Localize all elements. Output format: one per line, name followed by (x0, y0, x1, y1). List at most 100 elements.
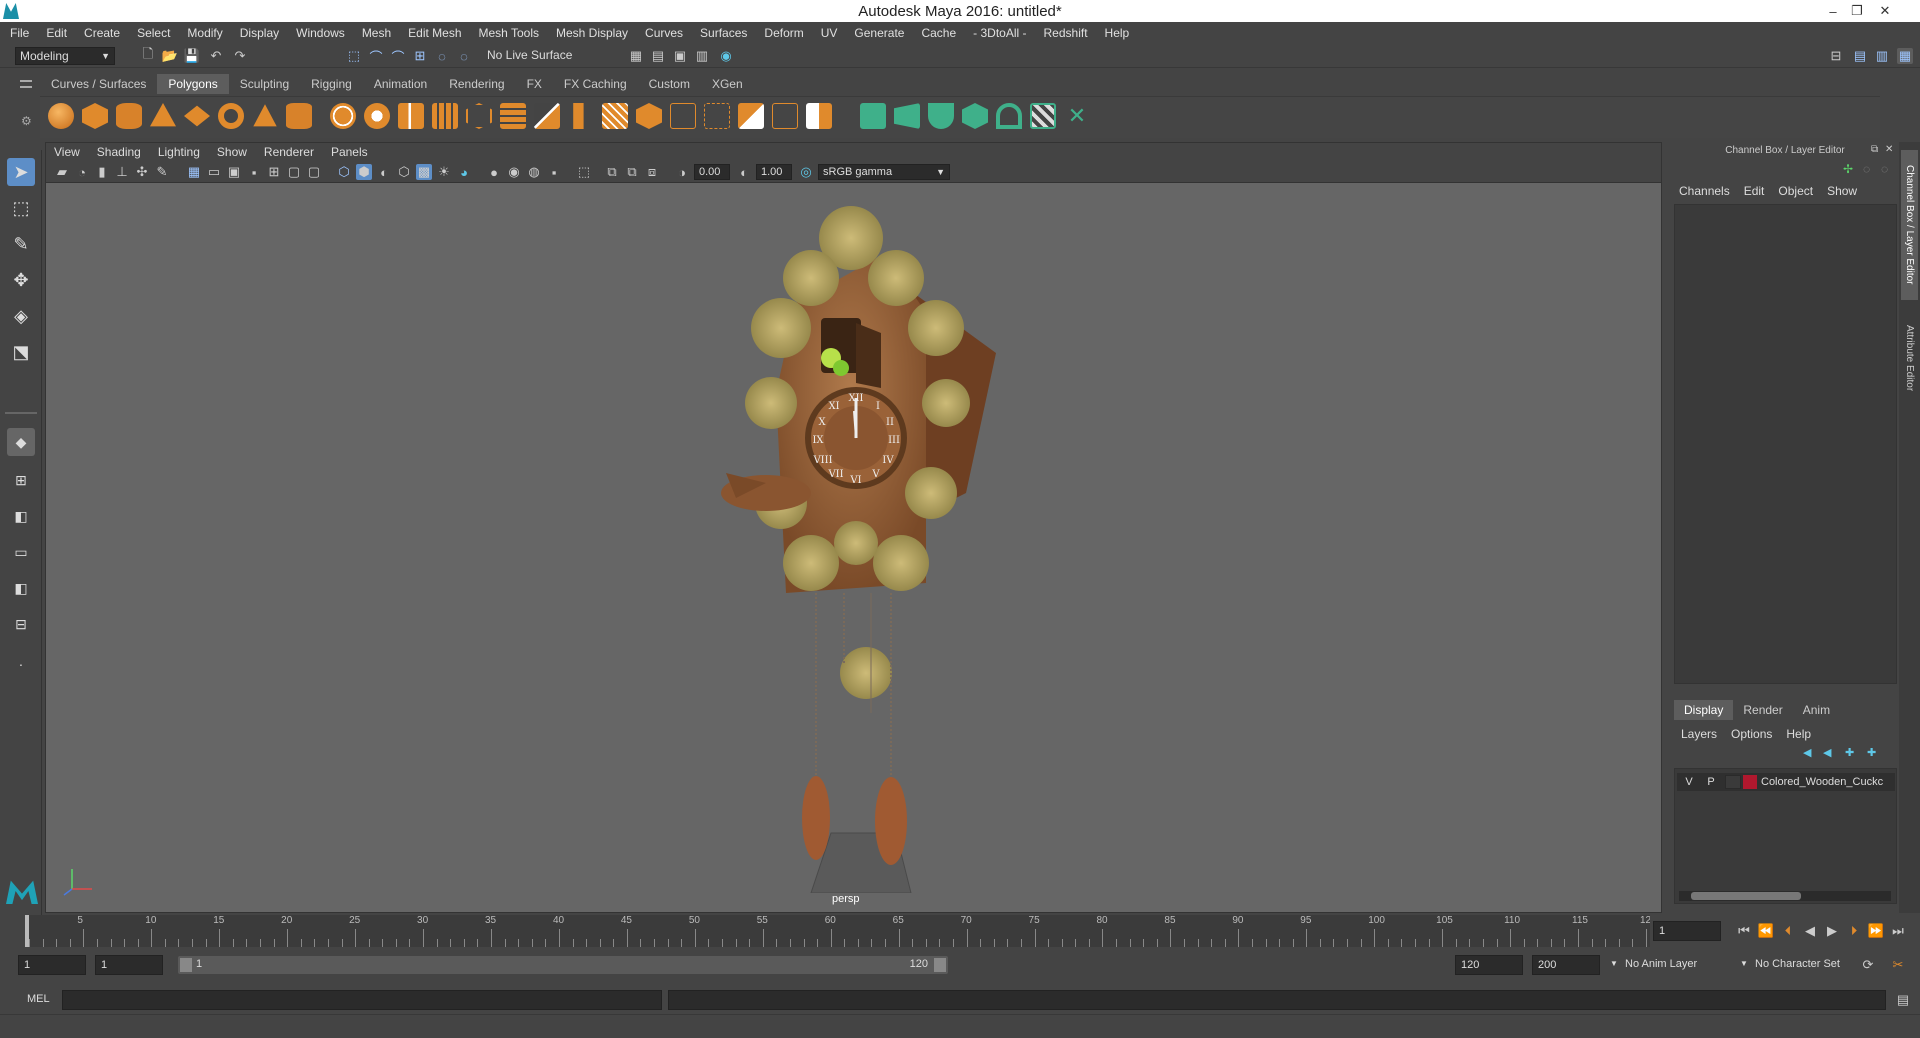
animation-end-field[interactable]: 200 (1532, 955, 1600, 975)
cb-menu-channels[interactable]: Channels (1679, 184, 1730, 198)
go-to-start-icon[interactable]: ⏮ (1736, 923, 1752, 939)
vp-menu-view[interactable]: View (54, 145, 80, 159)
layer-tab-render[interactable]: Render (1733, 700, 1792, 720)
bookmark-icon[interactable]: ▮ (94, 164, 110, 180)
isolate-select-icon[interactable]: ⬚ (576, 164, 592, 180)
save-scene-icon[interactable]: 💾 (184, 48, 200, 64)
layer-menu-layers[interactable]: Layers (1681, 727, 1717, 741)
move-layer-down-icon[interactable]: ◀ (1823, 746, 1831, 759)
gamma-field[interactable]: 1.00 (756, 164, 792, 180)
xray-components-icon[interactable]: ⧈ (644, 164, 660, 180)
ipr-render-icon[interactable]: ▣ (672, 48, 688, 64)
manipulator-icon[interactable]: ✢ (1843, 162, 1853, 176)
uv-auto-icon[interactable] (1030, 103, 1056, 129)
wireframe-icon[interactable]: ⬡ (336, 164, 352, 180)
xray-icon[interactable]: ⧉ (604, 164, 620, 180)
menu-deform[interactable]: Deform (764, 26, 803, 40)
snap-grid-icon[interactable]: ⊞ (412, 48, 428, 64)
menu-create[interactable]: Create (84, 26, 120, 40)
lasso-icon[interactable]: ⌒ (368, 48, 384, 65)
shelf-tab-sculpting[interactable]: Sculpting (228, 74, 301, 94)
multi-cut-icon[interactable] (534, 103, 560, 129)
render-view-icon[interactable]: ▦ (628, 48, 644, 64)
field-chart-icon[interactable]: ⊞ (266, 164, 282, 180)
append-polygon-icon[interactable] (602, 103, 628, 129)
hyper-icon[interactable]: ◌ (1881, 162, 1888, 176)
side-tab-attribute-editor[interactable]: Attribute Editor (1901, 308, 1918, 408)
select-tool-icon[interactable]: ➤ (7, 158, 35, 186)
safe-title-icon[interactable]: ▢ (306, 164, 322, 180)
redo-icon[interactable]: ↷ (232, 48, 248, 64)
close-icon[interactable]: ✕ (1874, 0, 1896, 22)
poly-cone-icon[interactable] (150, 103, 176, 127)
select-hierarchy-icon[interactable]: ⬚ (346, 48, 362, 64)
layer-menu-help[interactable]: Help (1786, 727, 1811, 741)
shelf-tab-rigging[interactable]: Rigging (300, 74, 363, 94)
menu-curves[interactable]: Curves (645, 26, 683, 40)
color-space-dropdown[interactable]: sRGB gamma ▼ (818, 164, 950, 180)
cb-menu-show[interactable]: Show (1827, 184, 1857, 198)
menu-select[interactable]: Select (137, 26, 170, 40)
mirror-icon[interactable] (894, 103, 920, 129)
shelf-menu-icon[interactable] (20, 80, 32, 88)
menu-display[interactable]: Display (240, 26, 279, 40)
motion-blur-icon[interactable]: ◉ (506, 164, 522, 180)
speed-icon[interactable]: ◌ (1863, 162, 1870, 176)
new-layer-selected-icon[interactable]: ✚ (1867, 746, 1876, 759)
uv-editor-icon[interactable] (928, 103, 954, 129)
fill-hole-icon[interactable] (636, 103, 662, 129)
uv-cylindrical-icon[interactable] (996, 103, 1022, 129)
film-gate-icon[interactable]: ▭ (206, 164, 222, 180)
scale-tool-icon[interactable]: ⬔ (7, 338, 35, 366)
menu-windows[interactable]: Windows (296, 26, 345, 40)
image-plane-icon[interactable]: ⊥ (114, 164, 130, 180)
channel-box-toggle-icon[interactable]: ▦ (1897, 48, 1913, 64)
target-weld-icon[interactable] (670, 103, 696, 129)
exposure-icon[interactable]: ◑ (674, 164, 690, 180)
cb-menu-edit[interactable]: Edit (1744, 184, 1765, 198)
poly-cube-icon[interactable] (82, 103, 108, 129)
quad-draw-icon[interactable] (772, 103, 798, 129)
separate-icon[interactable] (364, 103, 390, 129)
cb-menu-object[interactable]: Object (1778, 184, 1813, 198)
default-lighting-icon[interactable]: ◐ (376, 164, 392, 180)
menu-redshift[interactable]: Redshift (1044, 26, 1088, 40)
poly-plane-icon[interactable] (184, 105, 210, 127)
safe-action-icon[interactable]: ▢ (286, 164, 302, 180)
bevel-icon[interactable] (466, 103, 492, 129)
tool-settings-toggle-icon[interactable]: ▥ (1874, 48, 1890, 64)
menu-generate[interactable]: Generate (854, 26, 904, 40)
vp-menu-renderer[interactable]: Renderer (264, 145, 314, 159)
close-panel-icon[interactable]: ✕ (1885, 144, 1893, 155)
menu-file[interactable]: File (10, 26, 29, 40)
snap-curve-icon[interactable]: ◌ (434, 48, 450, 64)
menu-3dtoall[interactable]: - 3DtoAll - (973, 26, 1026, 40)
camera-attributes-icon[interactable]: ◔ (74, 164, 90, 180)
anim-layer-dropdown[interactable]: ▼ No Anim Layer (1610, 955, 1742, 975)
vp-menu-panels[interactable]: Panels (331, 145, 368, 159)
shelf-tab-rendering[interactable]: Rendering (438, 74, 516, 94)
layer-playback-toggle[interactable]: P (1703, 776, 1719, 788)
undo-icon[interactable]: ↶ (208, 48, 224, 64)
restore-icon[interactable]: ❐ (1846, 0, 1868, 22)
paint-select-tool-icon[interactable]: ✎ (7, 230, 35, 258)
playback-start-field[interactable]: 1 (95, 955, 163, 975)
combine-icon[interactable] (330, 103, 356, 129)
play-backwards-icon[interactable]: ◀ (1802, 923, 1818, 939)
current-frame-field[interactable]: 1 (1653, 921, 1721, 941)
layer-tab-anim[interactable]: Anim (1793, 700, 1840, 720)
smooth-shade-icon[interactable]: ⬢ (356, 164, 372, 180)
camera-select-icon[interactable]: ▰ (54, 164, 70, 180)
gate-mask-icon[interactable]: ▪ (246, 164, 262, 180)
vp-menu-show[interactable]: Show (217, 145, 247, 159)
range-slider-start-handle[interactable] (180, 958, 192, 972)
auto-key-icon[interactable]: ⟳ (1860, 957, 1876, 973)
animation-preferences-icon[interactable]: ✂ (1890, 957, 1906, 973)
play-forwards-icon[interactable]: ▶ (1824, 923, 1840, 939)
menu-edit-mesh[interactable]: Edit Mesh (408, 26, 461, 40)
layer-type-toggle[interactable] (1725, 775, 1741, 789)
character-set-dropdown[interactable]: ▼ No Character Set (1740, 955, 1872, 975)
minimize-icon[interactable]: – (1822, 0, 1844, 22)
lasso-tool-icon[interactable]: ⬚ (7, 194, 35, 222)
gamma-icon[interactable]: ◐ (736, 164, 752, 180)
